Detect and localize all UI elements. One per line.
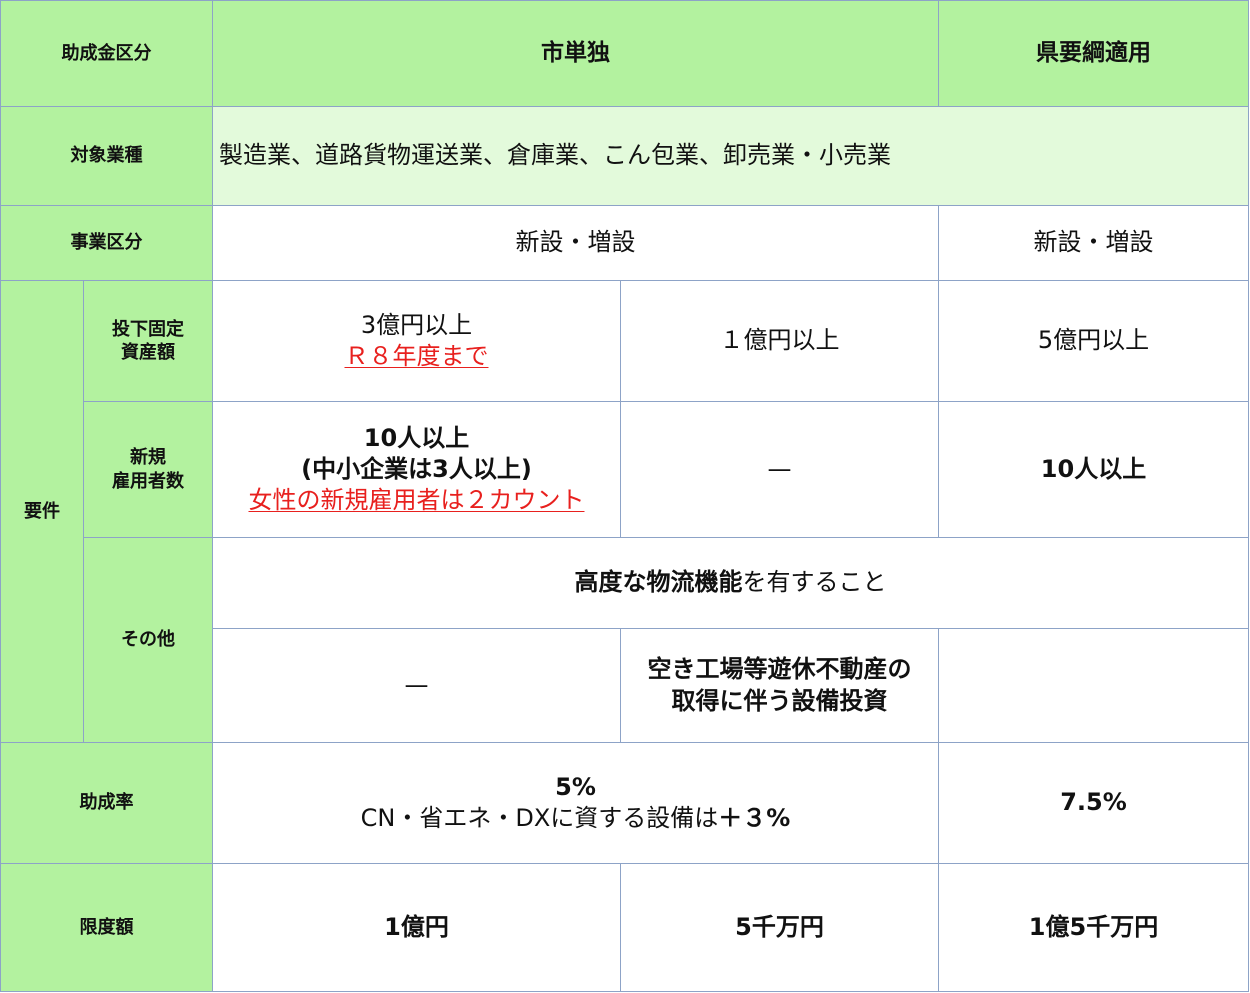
- limit-c1-value: 1億円: [384, 912, 449, 941]
- other-label: その他: [121, 629, 175, 651]
- assets-c1-cell: 3億円以上 Ｒ８年度まで: [213, 281, 621, 402]
- business-pref-value: 新設・増設: [1033, 228, 1154, 257]
- prefecture-header: 県要綱適用: [1036, 39, 1151, 66]
- other-row1-bold: 高度な物流機能: [574, 568, 743, 597]
- industry-label-cell: 対象業種: [0, 107, 213, 206]
- other-row2-c2-line2: 取得に伴う設備投資: [671, 686, 888, 715]
- employment-c2-cell: —: [621, 402, 939, 538]
- assets-c2-value: １億円以上: [719, 326, 840, 355]
- limit-c2-value: 5千万円: [735, 912, 824, 941]
- limit-c3-cell: 1億5千万円: [939, 864, 1249, 992]
- limit-c1-cell: 1億円: [213, 864, 621, 992]
- rate-label-cell: 助成率: [0, 743, 213, 864]
- requirements-label: 要件: [24, 500, 60, 522]
- other-row1-cell: 高度な物流機能を有すること: [213, 538, 1249, 629]
- other-label-cell: その他: [84, 538, 213, 743]
- assets-c1-note: Ｒ８年度まで: [344, 342, 489, 370]
- assets-c3-value: 5億円以上: [1037, 326, 1150, 355]
- business-pref-cell: 新設・増設: [939, 206, 1249, 281]
- employment-c1-note: 女性の新規雇用者は２カウント: [248, 486, 585, 515]
- employment-label-cell: 新規 雇用者数: [84, 402, 213, 538]
- employment-c1-cell: 10人以上 (中小企業は3人以上) 女性の新規雇用者は２カウント: [213, 402, 621, 538]
- rate-label: 助成率: [79, 792, 134, 814]
- employment-c3-value: 10人以上: [1040, 454, 1147, 483]
- other-row2-c2-cell: 空き工場等遊休不動産の 取得に伴う設備投資: [621, 629, 939, 743]
- limit-c3-value: 1億5千万円: [1028, 912, 1159, 941]
- limit-label-cell: 限度額: [0, 864, 213, 992]
- prefecture-header-cell: 県要綱適用: [939, 0, 1249, 107]
- other-row2-c1-cell: —: [213, 629, 621, 743]
- business-city-cell: 新設・増設: [213, 206, 939, 281]
- business-label-cell: 事業区分: [0, 206, 213, 281]
- rate-city-note-prefix: CN・省エネ・DXに資する設備は: [360, 804, 719, 832]
- limit-label: 限度額: [79, 916, 134, 938]
- industry-label: 対象業種: [70, 145, 143, 167]
- assets-label-line1: 投下固定: [112, 318, 184, 340]
- business-label: 事業区分: [70, 232, 143, 254]
- employment-c2-value: —: [767, 454, 792, 483]
- city-only-header-cell: 市単独: [213, 0, 939, 107]
- industry-value-cell: 製造業、道路貨物運送業、倉庫業、こん包業、卸売業・小売業: [213, 107, 1249, 206]
- subsidy-table: 助成金区分 市単独 県要綱適用 対象業種 製造業、道路貨物運送業、倉庫業、こん包…: [0, 0, 1250, 993]
- employment-label-line2: 雇用者数: [112, 470, 184, 492]
- employment-c3-cell: 10人以上: [939, 402, 1249, 538]
- other-row1-rest: を有すること: [742, 568, 887, 597]
- other-row2-c2-line1: 空き工場等遊休不動産の: [647, 655, 912, 684]
- limit-c2-cell: 5千万円: [621, 864, 939, 992]
- assets-c1-value: 3億円以上: [360, 310, 473, 339]
- other-row2-c3-cell: [939, 629, 1249, 743]
- rate-pref-value: 7.5%: [1060, 788, 1127, 817]
- category-label-cell: 助成金区分: [0, 0, 213, 107]
- rate-city-value: 5%: [555, 772, 596, 801]
- employment-label-line1: 新規: [130, 447, 166, 469]
- employment-c1-value: 10人以上: [363, 423, 470, 452]
- industry-value: 製造業、道路貨物運送業、倉庫業、こん包業、卸売業・小売業: [219, 141, 891, 170]
- assets-label-line2: 資産額: [121, 342, 175, 363]
- assets-c3-cell: 5億円以上: [939, 281, 1249, 402]
- rate-pref-cell: 7.5%: [939, 743, 1249, 864]
- business-city-value: 新設・増設: [515, 228, 636, 257]
- assets-c2-cell: １億円以上: [621, 281, 939, 402]
- other-row2-c1-value: —: [404, 670, 429, 699]
- assets-label-cell: 投下固定 資産額: [84, 281, 213, 402]
- employment-c1-sme: (中小企業は3人以上): [301, 454, 532, 483]
- rate-city-note-bonus: ＋３%: [718, 804, 791, 832]
- requirements-label-cell: 要件: [0, 281, 84, 743]
- rate-city-cell: 5% CN・省エネ・DXに資する設備は＋３%: [213, 743, 939, 864]
- city-only-header: 市単独: [541, 39, 610, 66]
- category-label: 助成金区分: [61, 42, 152, 64]
